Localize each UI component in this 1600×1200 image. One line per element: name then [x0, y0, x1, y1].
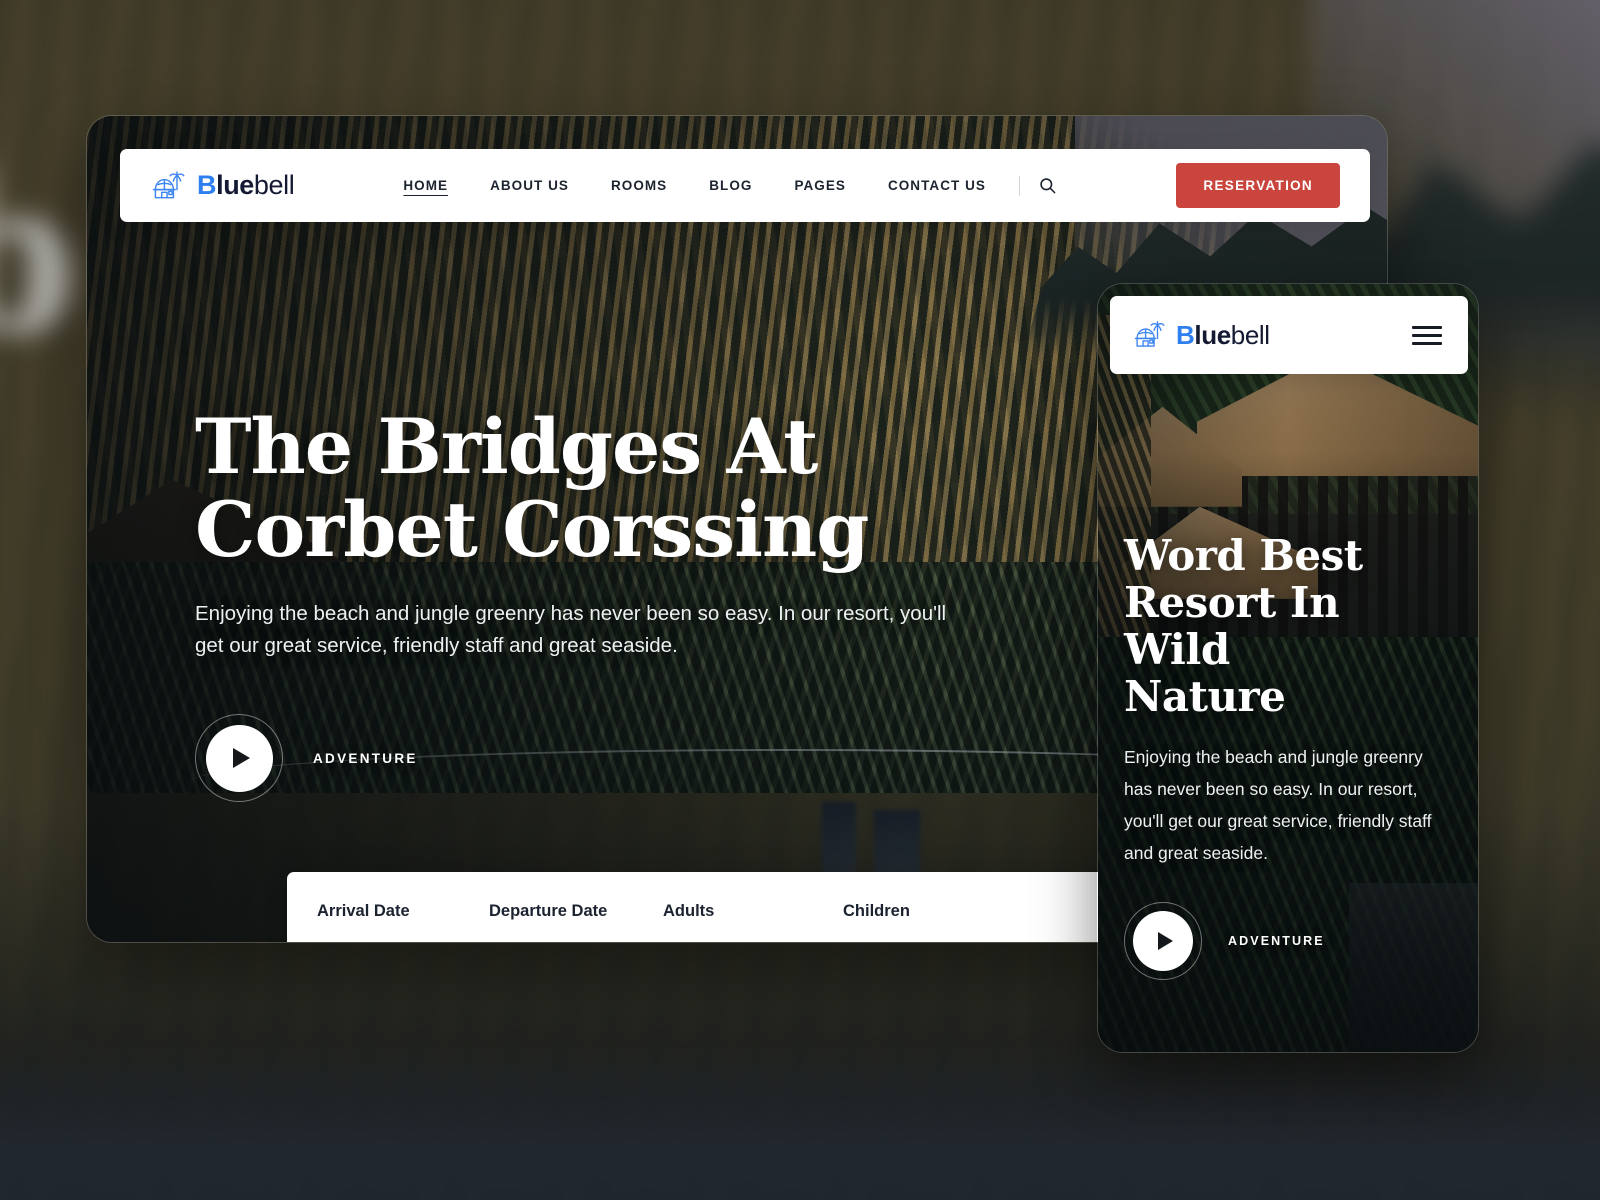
play-video-button[interactable]: [205, 724, 273, 792]
desktop-navbar: Bluebell HOME ABOUT US ROOMS BLOG PAGES …: [120, 149, 1370, 222]
brand-name: Bluebell: [197, 170, 295, 200]
mobile-preview-card: Bluebell Word Best Resort In Wild Nature…: [1097, 283, 1479, 1053]
hero-category-label: ADVENTURE: [313, 750, 418, 766]
mobile-navbar: Bluebell: [1110, 296, 1468, 374]
mobile-hero-title-line3: Nature: [1124, 672, 1286, 722]
reservation-button[interactable]: RESERVATION: [1176, 163, 1340, 208]
brand-name-part1: B: [197, 170, 217, 200]
mobile-brand-name-part2: lue: [1194, 320, 1231, 350]
hamburger-bar-2: [1412, 333, 1442, 337]
main-navigation: HOME ABOUT US ROOMS BLOG PAGES CONTACT U…: [382, 172, 1061, 199]
booking-field-adults[interactable]: Adults: [663, 902, 843, 921]
mobile-play-wrapper: [1124, 901, 1202, 980]
brand-name-part3: bell: [253, 170, 295, 200]
nav-item-home[interactable]: HOME: [382, 178, 469, 193]
play-icon: [1158, 931, 1173, 950]
hero-title-line1: The Bridges At: [195, 402, 818, 491]
play-icon: [233, 748, 250, 769]
mobile-brand-name-part3: bell: [1230, 320, 1270, 350]
brand-name-part2: lue: [216, 170, 254, 200]
booking-field-arrival-date[interactable]: Arrival Date: [317, 902, 489, 921]
nav-item-blog[interactable]: BLOG: [688, 178, 773, 193]
hut-palm-icon: [150, 168, 186, 204]
backdrop-pool: [0, 1052, 1600, 1200]
nav-item-rooms[interactable]: ROOMS: [590, 178, 688, 193]
search-button[interactable]: [1034, 172, 1061, 199]
hero-actions: ADVENTURE: [195, 714, 955, 803]
hamburger-bar-1: [1412, 325, 1442, 329]
nav-item-about-us[interactable]: ABOUT US: [469, 178, 590, 193]
mobile-hero-content: Word Best Resort In Wild Nature Enjoying…: [1124, 532, 1454, 980]
hero-title-line2: Corbet Corssing: [195, 484, 869, 574]
mobile-brand-name: Bluebell: [1176, 322, 1270, 348]
mobile-play-video-button[interactable]: [1133, 910, 1193, 971]
hamburger-bar-3: [1412, 341, 1442, 345]
hero-subtitle: Enjoying the beach and jungle greenry ha…: [195, 601, 947, 658]
mobile-hero-actions: ADVENTURE: [1124, 901, 1454, 980]
search-icon: [1038, 178, 1057, 198]
mobile-hero-subtitle: Enjoying the beach and jungle greenry ha…: [1124, 747, 1432, 863]
nav-item-pages[interactable]: PAGES: [773, 178, 867, 193]
mobile-brand-name-part1: B: [1176, 320, 1195, 350]
mobile-hero-title: Word Best Resort In Wild Nature: [1124, 532, 1454, 720]
backdrop-ghost-title: E b: [0, 151, 79, 364]
mobile-hero-title-line1: Word Best: [1124, 531, 1363, 580]
booking-field-departure-date[interactable]: Departure Date: [489, 902, 663, 921]
hero-play-wrapper: [195, 714, 283, 803]
brand-logo[interactable]: Bluebell: [150, 168, 295, 204]
nav-item-contact-us[interactable]: CONTACT US: [867, 178, 1007, 193]
hut-palm-icon: [1132, 318, 1166, 352]
hero-title: The Bridges At Corbet Corssing: [195, 405, 955, 574]
mobile-hero-category-label: ADVENTURE: [1228, 933, 1325, 948]
desktop-hero-content: The Bridges At Corbet Corssing Enjoying …: [195, 405, 955, 803]
hamburger-menu-icon[interactable]: [1408, 322, 1446, 349]
mobile-hero-title-line2: Resort In Wild: [1124, 578, 1340, 675]
nav-divider: [1018, 175, 1020, 196]
mobile-brand-logo[interactable]: Bluebell: [1132, 318, 1270, 352]
booking-field-children[interactable]: Children: [843, 902, 1023, 921]
